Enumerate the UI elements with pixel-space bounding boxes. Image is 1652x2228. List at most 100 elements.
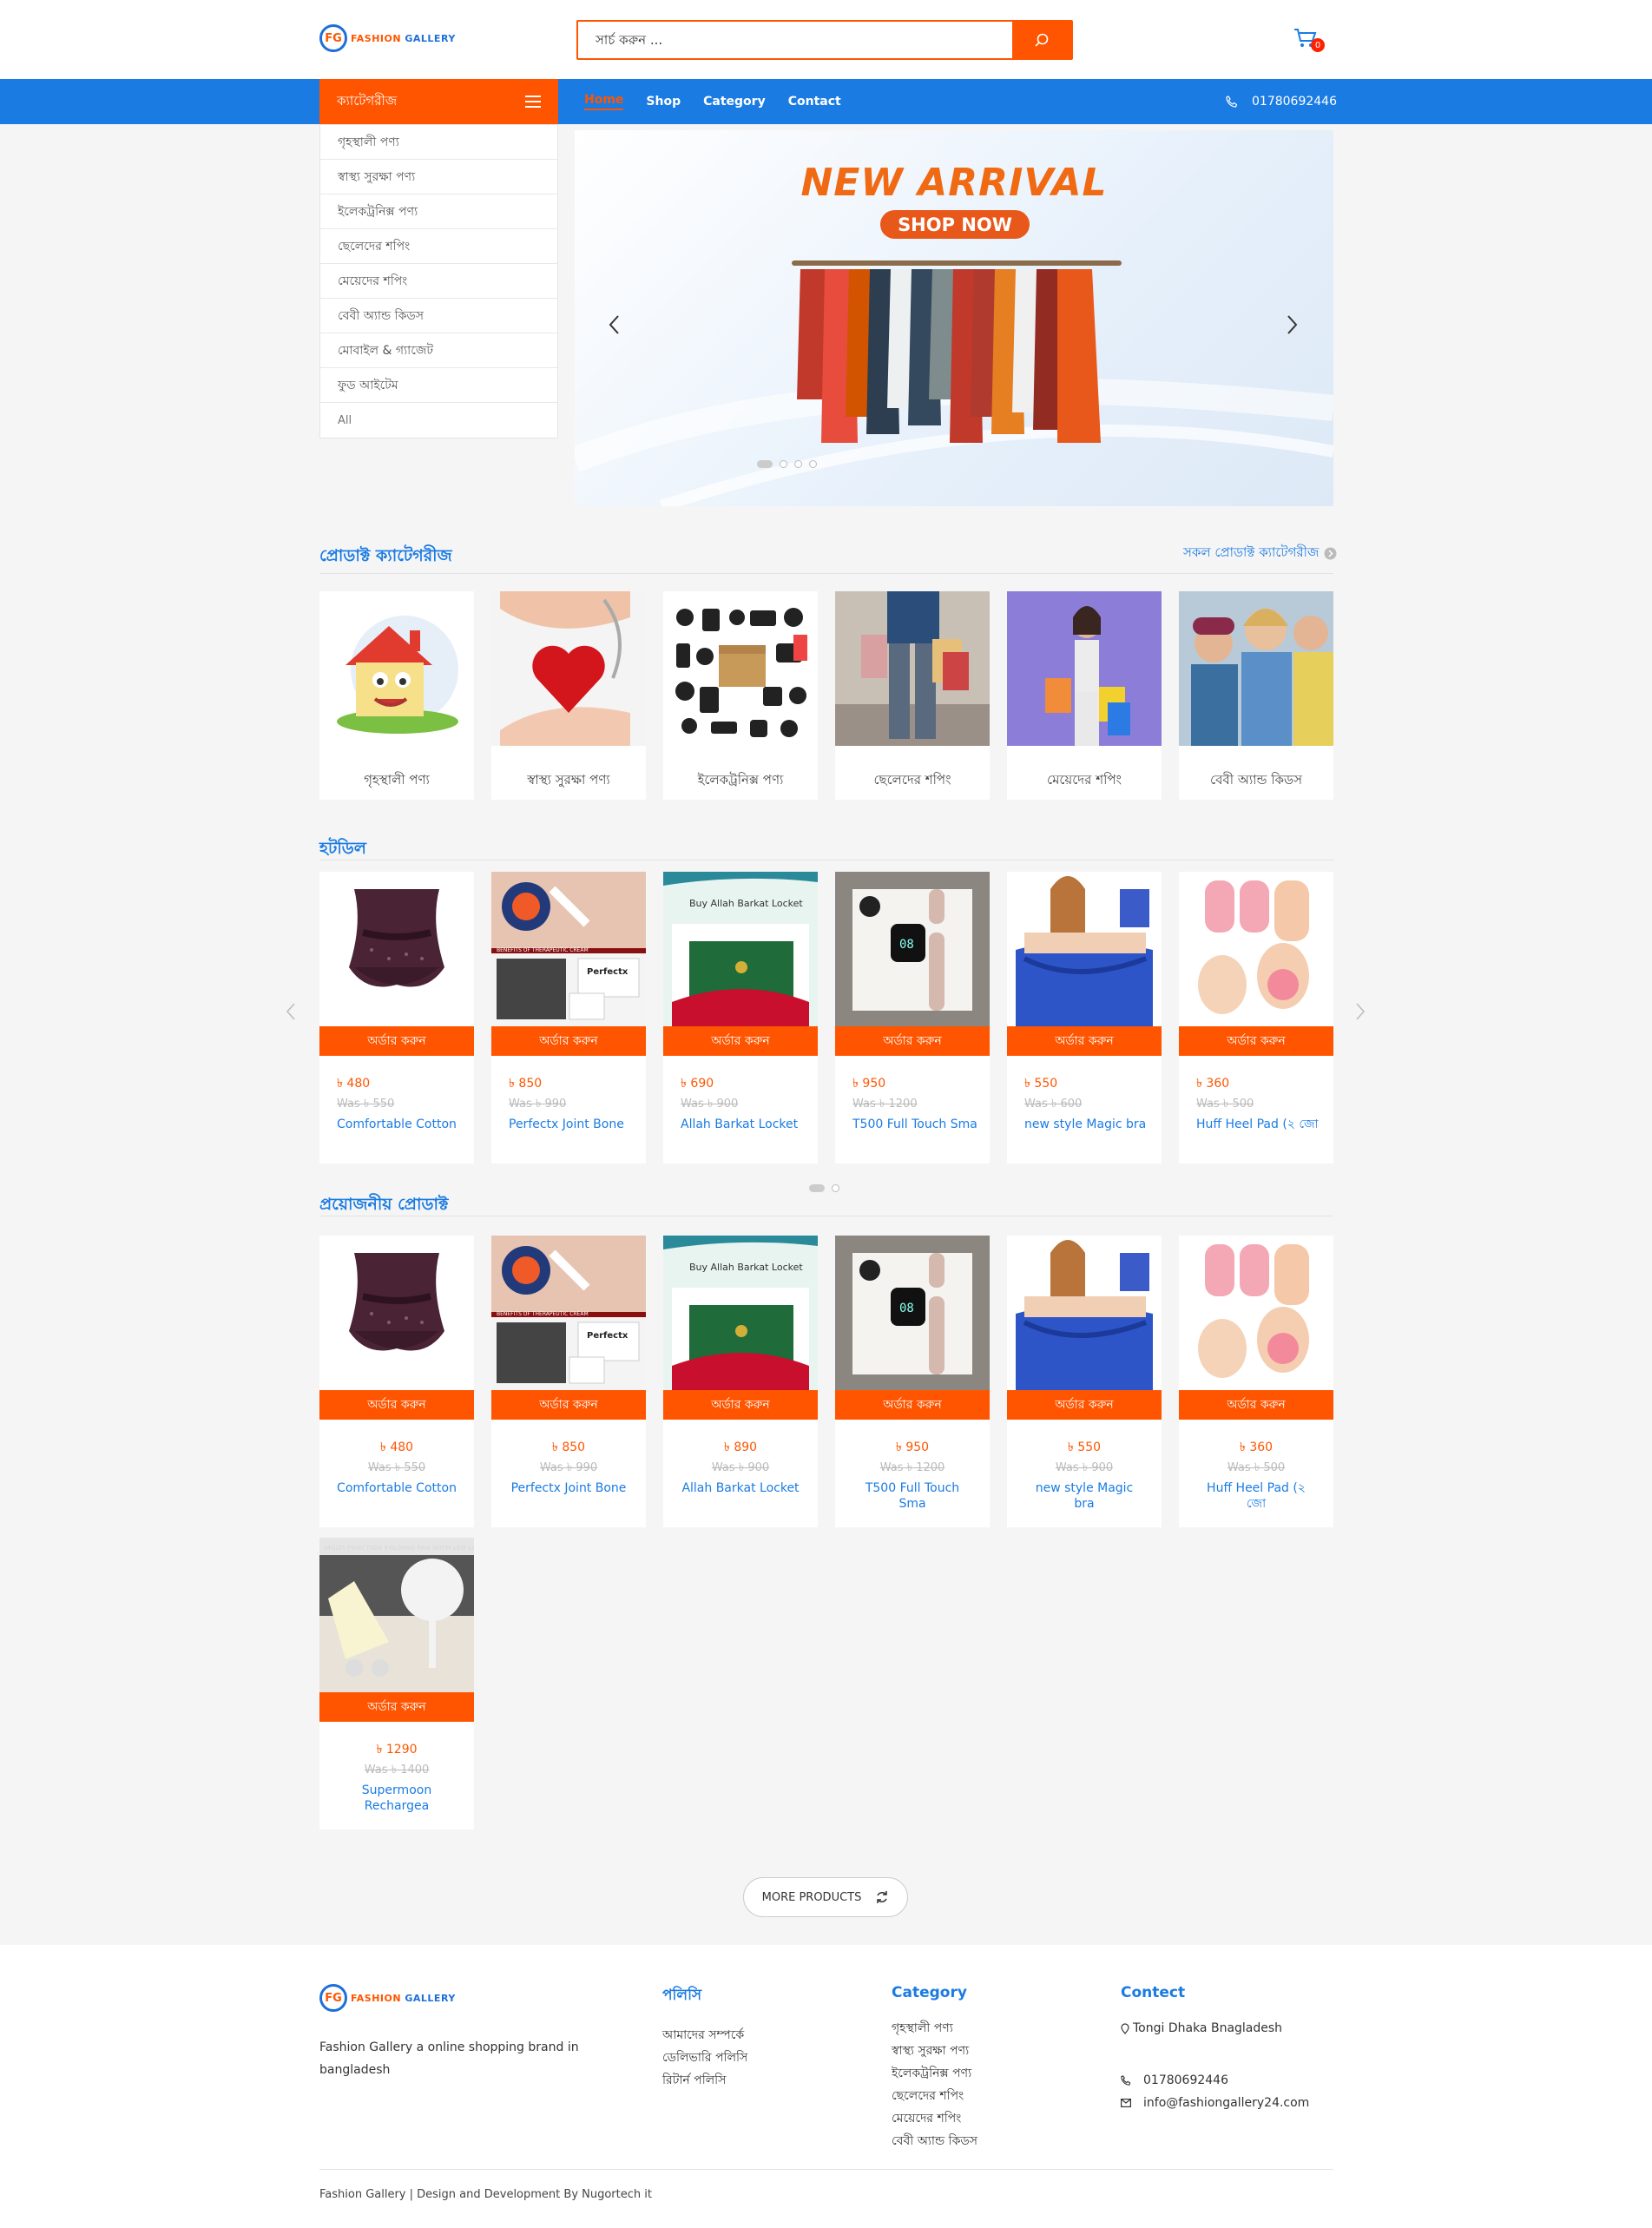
sidebar-item[interactable]: ছেলেদের শপিং	[320, 229, 557, 264]
hotdeal-prev-button[interactable]	[286, 1003, 295, 1024]
banner-prev-button[interactable]	[608, 313, 620, 341]
banner-next-button[interactable]	[1287, 313, 1299, 341]
womens-shopping-image	[1007, 591, 1162, 746]
product-card[interactable]: MULTI FUNCTION FOLDING FAN WITH LED LIGH…	[319, 1538, 474, 1829]
sidebar-item[interactable]: স্বাস্থ্য সুরক্ষা পণ্য	[320, 160, 557, 194]
product-name[interactable]: Allah Barkat Locket	[663, 1480, 818, 1496]
hero-banner[interactable]: NEW ARRIVAL SHOP NOW	[575, 130, 1333, 506]
product-card[interactable]: BENEFITS OF THERAPEUTIC CREAM Perfectx অর্…	[491, 872, 646, 1163]
nav-category[interactable]: Category	[703, 95, 766, 109]
banner-dot[interactable]	[809, 460, 817, 468]
sidebar-item[interactable]: ফুড আইটেম	[320, 368, 557, 403]
nav-contact[interactable]: Contact	[788, 95, 841, 109]
nav-home[interactable]: Home	[584, 93, 624, 110]
search-input[interactable]	[578, 22, 1012, 58]
sidebar-item[interactable]: গৃহস্থালী পণ্য	[320, 125, 557, 160]
product-image: Buy Allah Barkat Locket	[663, 1236, 818, 1390]
product-name[interactable]: Comfortable Cotton	[337, 1117, 465, 1132]
product-name[interactable]: Perfectx Joint Bone	[491, 1480, 646, 1496]
sidebar-item[interactable]: ইলেকট্রনিক্স পণ্য	[320, 194, 557, 229]
order-button[interactable]: অর্ডার করুন	[1179, 1026, 1333, 1056]
svg-text:08: 08	[899, 1302, 914, 1315]
product-card[interactable]: অর্ডার করুন ৳ 480 Was ৳ 550 Comfortable Cot…	[319, 872, 474, 1163]
footer-link[interactable]: স্বাস্থ্য সুরক্ষা পণ্য	[892, 2040, 977, 2062]
footer-email[interactable]: info@fashiongallery24.com	[1121, 2092, 1309, 2114]
hotdeal-dot[interactable]	[809, 1184, 825, 1192]
product-card[interactable]: অর্ডার করুন ৳ 360 Was ৳ 500 Huff Heel Pad (…	[1179, 872, 1333, 1163]
divider	[319, 573, 1333, 574]
product-card[interactable]: অর্ডার করুন ৳ 480 Was ৳ 550 Comfortable Cot…	[319, 1236, 474, 1527]
category-card[interactable]: স্বাস্থ্য সুরক্ষা পণ্য	[491, 591, 646, 800]
order-button[interactable]: অর্ডার করুন	[319, 1026, 474, 1056]
product-name[interactable]: new style Magic bra	[1024, 1117, 1153, 1132]
hotdeal-next-button[interactable]	[1356, 1003, 1366, 1024]
product-name[interactable]: Huff Heel Pad (২ জো	[1179, 1480, 1333, 1512]
order-button[interactable]: অর্ডার করুন	[663, 1026, 818, 1056]
shop-now-button[interactable]: SHOP NOW	[880, 210, 1030, 239]
banner-dot[interactable]	[780, 460, 787, 468]
product-old-price: Was ৳ 990	[509, 1098, 567, 1111]
product-card[interactable]: অর্ডার করুন ৳ 360 Was ৳ 500 Huff Heel Pad (…	[1179, 1236, 1333, 1527]
order-button[interactable]: অর্ডার করুন	[319, 1692, 474, 1722]
footer-logo[interactable]: FG FASHION GALLERY	[319, 1984, 589, 2012]
perfectx-caption: BENEFITS OF THERAPEUTIC CREAM	[497, 1311, 589, 1317]
order-button[interactable]: অর্ডার করুন	[491, 1026, 646, 1056]
order-button[interactable]: অর্ডার করুন	[1007, 1390, 1162, 1420]
footer-link[interactable]: ডেলিভারি পলিসি	[662, 2047, 747, 2069]
header-phone[interactable]: 01780692446	[1226, 79, 1337, 124]
more-products-button[interactable]: MORE PRODUCTS	[743, 1877, 908, 1917]
categories-toggle[interactable]: ক্যাটেগরীজ	[319, 79, 558, 124]
location-icon	[1121, 2022, 1129, 2034]
footer-link[interactable]: বেবী অ্যান্ড কিডস	[892, 2130, 977, 2152]
product-name[interactable]: Perfectx Joint Bone	[509, 1117, 637, 1132]
product-name[interactable]: Comfortable Cotton	[319, 1480, 474, 1496]
order-button[interactable]: অর্ডার করুন	[835, 1390, 990, 1420]
order-button[interactable]: অর্ডার করুন	[1179, 1390, 1333, 1420]
product-card[interactable]: অর্ডার করুন ৳ 550 Was ৳ 900 new style Magic…	[1007, 1236, 1162, 1527]
product-name[interactable]: T500 Full Touch Sma	[835, 1480, 990, 1512]
locket-title: Buy Allah Barkat Locket	[689, 1262, 803, 1273]
order-button[interactable]: অর্ডার করুন	[319, 1390, 474, 1420]
cart-button[interactable]: 0	[1293, 28, 1325, 52]
footer-phone[interactable]: 01780692446	[1121, 2069, 1309, 2092]
order-button[interactable]: অর্ডার করুন	[491, 1390, 646, 1420]
product-name[interactable]: T500 Full Touch Sma	[852, 1117, 981, 1132]
product-card[interactable]: অর্ডার করুন ৳ 550 Was ৳ 600 new style Magic…	[1007, 872, 1162, 1163]
sidebar-item[interactable]: বেবী অ্যান্ড কিডস	[320, 299, 557, 333]
product-card[interactable]: Buy Allah Barkat Locket অর্ডার করুন ৳ 690 W…	[663, 872, 818, 1163]
product-card[interactable]: Buy Allah Barkat Locket অর্ডার করুন ৳ 890 W…	[663, 1236, 818, 1527]
order-button[interactable]: অর্ডার করুন	[663, 1390, 818, 1420]
sidebar-item[interactable]: মোবাইল & গ্যাজেট	[320, 333, 557, 368]
product-price: ৳ 950	[852, 1077, 886, 1091]
footer-link[interactable]: ছেলেদের শপিং	[892, 2085, 977, 2107]
footer-link[interactable]: আমাদের সম্পর্কে	[662, 2024, 747, 2047]
category-card[interactable]: মেয়েদের শপিং	[1007, 591, 1162, 800]
product-card[interactable]: BENEFITS OF THERAPEUTIC CREAM Perfectx অর্…	[491, 1236, 646, 1527]
sidebar-item-all[interactable]: All	[320, 403, 557, 438]
category-card[interactable]: গৃহস্থালী পণ্য	[319, 591, 474, 800]
hotdeal-dot[interactable]	[832, 1184, 839, 1192]
product-card[interactable]: 08 অর্ডার করুন ৳ 950 Was ৳ 1200 T500 Full To…	[835, 1236, 990, 1527]
footer-link[interactable]: ইলেকট্রনিক্স পণ্য	[892, 2062, 977, 2085]
order-button[interactable]: অর্ডার করুন	[1007, 1026, 1162, 1056]
footer-link[interactable]: মেয়েদের শপিং	[892, 2107, 977, 2130]
footer-link[interactable]: রিটার্ন পলিসি	[662, 2069, 747, 2092]
search-button[interactable]	[1012, 22, 1071, 58]
category-card[interactable]: বেবী অ্যান্ড কিডস	[1179, 591, 1333, 800]
product-price: ৳ 850	[551, 1440, 586, 1454]
category-card[interactable]: ইলেকট্রনিক্স পণ্য	[663, 591, 818, 800]
nav-shop[interactable]: Shop	[646, 95, 681, 109]
sidebar-item[interactable]: মেয়েদের শপিং	[320, 264, 557, 299]
footer-link[interactable]: গৃহস্থালী পণ্য	[892, 2017, 977, 2040]
product-name[interactable]: Huff Heel Pad (২ জো	[1196, 1117, 1325, 1132]
product-name[interactable]: new style Magic bra	[1007, 1480, 1162, 1512]
banner-dot[interactable]	[757, 460, 773, 468]
order-button[interactable]: অর্ডার করুন	[835, 1026, 990, 1056]
product-name[interactable]: Allah Barkat Locket	[681, 1117, 809, 1132]
banner-dot[interactable]	[794, 460, 802, 468]
product-name[interactable]: Supermoon Rechargea	[319, 1783, 474, 1814]
site-logo[interactable]: FG FASHION GALLERY	[319, 24, 456, 52]
category-card[interactable]: ছেলেদের শপিং	[835, 591, 990, 800]
product-card[interactable]: 08 অর্ডার করুন ৳ 950 Was ৳ 1200 T500 Full To…	[835, 872, 990, 1163]
all-categories-link[interactable]: সকল প্রোডাক্ট ক্যাটেগরীজ	[1183, 543, 1337, 564]
